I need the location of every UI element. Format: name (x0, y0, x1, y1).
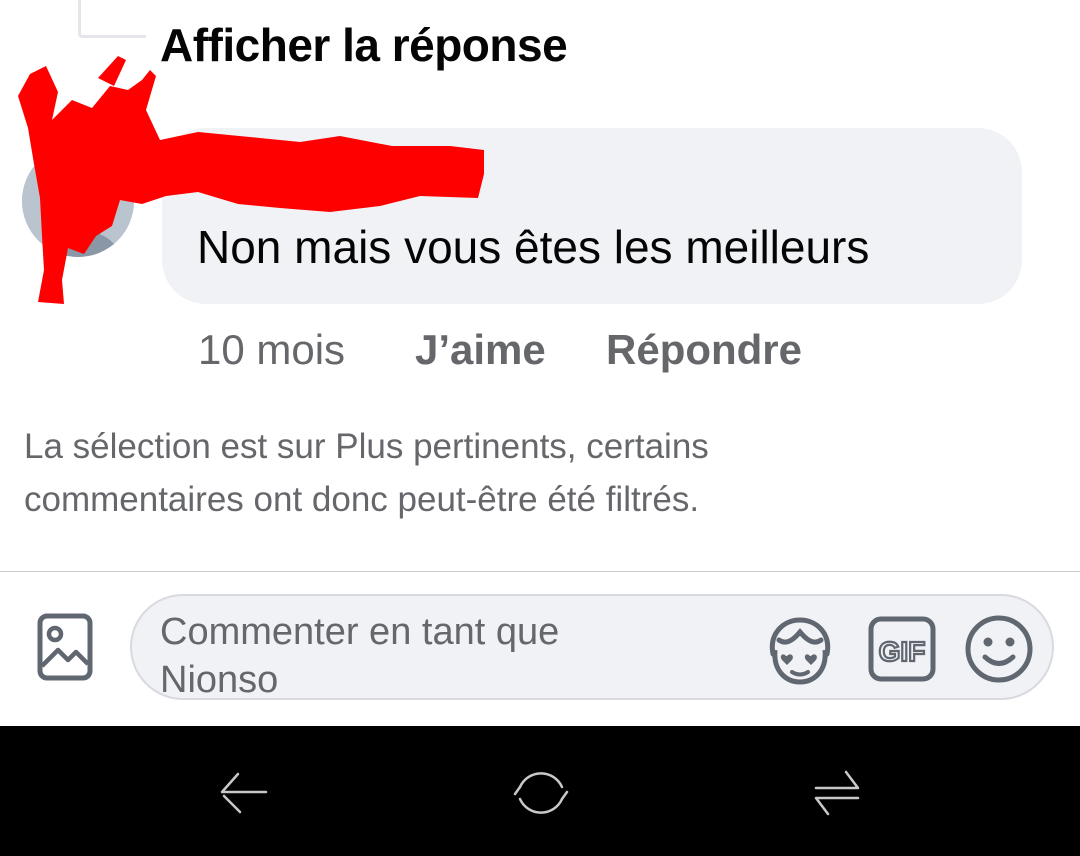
view-reply-link[interactable]: Afficher la réponse (160, 18, 568, 72)
photo-icon[interactable] (36, 612, 94, 682)
home-icon[interactable] (512, 764, 570, 822)
recent-apps-icon[interactable] (812, 764, 862, 818)
emoji-icon[interactable] (964, 614, 1034, 684)
comment-bubble[interactable]: Non mais vous êtes les meilleurs (162, 128, 1022, 304)
filter-notice: La sélection est sur Plus pertinents, ce… (24, 427, 709, 519)
comment-input-placeholder: Commenter en tant que Nionso (160, 611, 560, 700)
comment-timestamp[interactable]: 10 mois (198, 326, 345, 374)
comment-text: Non mais vous êtes les meilleurs (197, 221, 870, 273)
reply-button[interactable]: Répondre (606, 326, 802, 374)
gif-label: GIF (879, 636, 926, 667)
avatar[interactable] (22, 145, 134, 257)
gif-button[interactable]: GIF (868, 616, 936, 682)
gif-icon: GIF (868, 616, 936, 682)
reply-thread-connector (78, 0, 146, 38)
user-avatar-icon (22, 145, 134, 257)
avatar-sticker-icon[interactable] (765, 616, 835, 686)
back-arrow-icon[interactable] (216, 764, 270, 818)
comment-thread-screen: Afficher la réponse Non mais vous êtes l… (0, 0, 1080, 856)
like-button[interactable]: J’aime (415, 326, 546, 374)
